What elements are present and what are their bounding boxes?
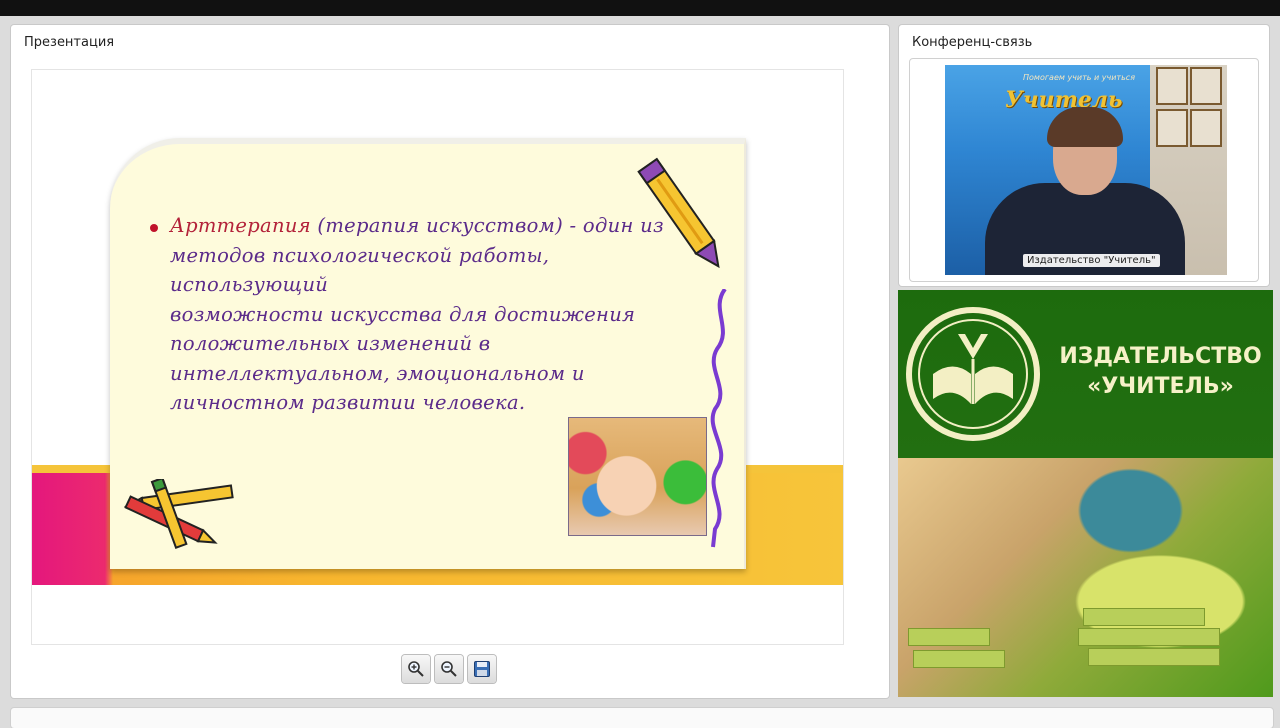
publisher-books-image: [898, 458, 1273, 697]
presentation-panel: Презентация Арттерапия (терапия искусств…: [11, 25, 889, 698]
top-bar: [0, 0, 1280, 16]
pencils-icon: [123, 479, 234, 549]
publisher-name-line2: «УЧИТЕЛЬ»: [1087, 374, 1234, 399]
slide-bullet-text: Арттерапия (терапия искусством) - один и…: [170, 211, 710, 418]
participant-name-label: Издательство "Учитель": [1023, 254, 1160, 267]
slide-content-card: Арттерапия (терапия искусством) - один и…: [110, 138, 746, 569]
crayon-icon: [637, 157, 720, 269]
slide-text-line: интеллектуальном, эмоциональном и: [170, 361, 585, 385]
participant-hair: [1047, 107, 1123, 147]
conference-panel-title: Конференц-связь: [912, 35, 1033, 50]
book-shape: [1088, 648, 1220, 666]
book-shape: [908, 628, 990, 646]
slide-term: Арттерапия: [170, 214, 311, 237]
book-shape: [913, 650, 1005, 668]
publisher-banner: ИЗДАТЕЛЬСТВО «УЧИТЕЛЬ»: [898, 290, 1273, 697]
wall-frame-icon: [1190, 109, 1222, 147]
slide-text-line: возможности искусства для достижения: [170, 302, 636, 326]
publisher-name-line1: ИЗДАТЕЛЬСТВО: [1059, 344, 1262, 369]
presentation-panel-title: Презентация: [24, 35, 115, 50]
wall-frame-icon: [1156, 67, 1188, 105]
video-feed[interactable]: Помогаем учить и учиться Учитель Издател…: [945, 65, 1227, 275]
video-banner-slogan: Помогаем учить и учиться: [1023, 73, 1136, 82]
book-shape: [1078, 628, 1220, 646]
video-container: Помогаем учить и учиться Учитель Издател…: [909, 58, 1259, 282]
publisher-banner-header: ИЗДАТЕЛЬСТВО «УЧИТЕЛЬ»: [898, 290, 1273, 458]
floppy-disk-icon: [474, 661, 490, 677]
child-painted-hands-image: [568, 417, 707, 536]
slide-text-line: методов психологической работы, использу…: [170, 243, 550, 297]
zoom-out-icon: [441, 661, 457, 677]
wall-frame-icon: [1190, 67, 1222, 105]
zoom-in-icon: [408, 661, 424, 677]
slide-text-line: положительных изменений в: [170, 332, 491, 355]
slide-text-line: (терапия искусством) - один из: [310, 214, 664, 237]
bullet-icon: [150, 224, 158, 232]
purple-squiggle-icon: [710, 289, 727, 548]
save-button[interactable]: [468, 655, 496, 683]
presentation-slide: Арттерапия (терапия искусством) - один и…: [32, 70, 843, 644]
slide-text-line: личностном развитии человека.: [170, 391, 526, 414]
conference-panel: Конференц-связь Помогаем учить и учиться…: [899, 25, 1269, 286]
zoom-out-button[interactable]: [435, 655, 463, 683]
book-shape: [1083, 608, 1205, 626]
publisher-name: ИЗДАТЕЛЬСТВО «УЧИТЕЛЬ»: [1048, 342, 1273, 402]
zoom-in-button[interactable]: [402, 655, 430, 683]
publisher-logo-icon: [906, 307, 1040, 441]
wall-frame-icon: [1156, 109, 1188, 147]
video-banner-logo: Учитель: [1005, 87, 1123, 113]
bottom-panel-edge: [11, 708, 1273, 728]
